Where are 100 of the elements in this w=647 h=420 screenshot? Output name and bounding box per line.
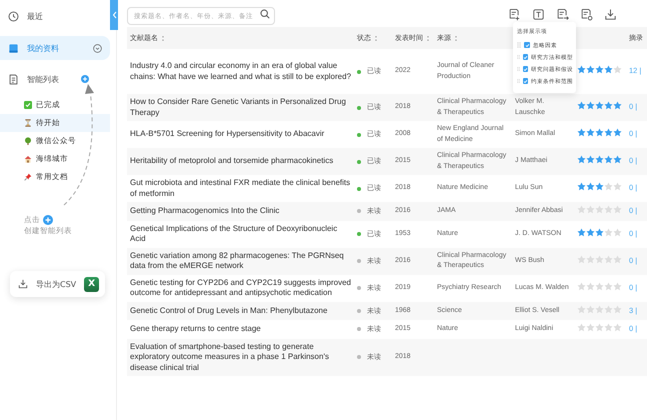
export-note-icon[interactable]: [556, 8, 569, 20]
star-icon[interactable]: [613, 254, 622, 264]
note-settings-icon[interactable]: [580, 8, 593, 20]
star-icon[interactable]: [586, 254, 595, 264]
star-icon[interactable]: [586, 65, 595, 74]
download-icon[interactable]: [604, 8, 617, 20]
add-icon: [43, 214, 53, 224]
star-icon[interactable]: [577, 323, 586, 332]
chevron-down-icon[interactable]: [93, 44, 102, 52]
book-icon: [8, 42, 19, 54]
star-icon[interactable]: [595, 128, 604, 138]
sort-icon[interactable]: [426, 34, 430, 42]
star-icon[interactable]: [586, 182, 595, 192]
star-icon[interactable]: [577, 228, 586, 237]
spreadsheet-icon: X: [84, 276, 100, 292]
sidebar-item[interactable]: 最近: [0, 4, 110, 28]
star-icon[interactable]: [613, 65, 622, 74]
star-icon[interactable]: [613, 228, 622, 237]
star-icon[interactable]: [613, 128, 622, 138]
add-note-icon[interactable]: [508, 8, 521, 20]
title-cell[interactable]: Genetical Implications of the Structure of Deoxyribonucleic Acid: [130, 224, 351, 244]
star-icon[interactable]: [586, 228, 595, 237]
add-icon[interactable]: [81, 75, 89, 83]
star-icon[interactable]: [613, 182, 622, 192]
star-icon[interactable]: [613, 205, 622, 214]
star-rating[interactable]: [577, 101, 622, 110]
star-rating[interactable]: [577, 155, 622, 164]
collapse-sidebar-button[interactable]: [110, 0, 118, 30]
checkmark-icon: [24, 101, 32, 109]
star-icon[interactable]: [577, 65, 586, 74]
star-icon[interactable]: [595, 323, 604, 332]
sort-icon[interactable]: [454, 34, 458, 42]
star-rating[interactable]: [577, 282, 622, 291]
star-icon[interactable]: [586, 205, 595, 214]
star-icon[interactable]: [595, 254, 604, 264]
star-icon[interactable]: [595, 282, 604, 291]
pushpin-icon: [24, 173, 32, 181]
sort-icon[interactable]: [374, 34, 378, 42]
star-icon[interactable]: [604, 282, 613, 291]
star-rating[interactable]: [577, 323, 622, 332]
star-icon[interactable]: [577, 128, 586, 138]
text-format-icon[interactable]: [532, 8, 545, 20]
star-icon[interactable]: [595, 65, 604, 74]
title-cell[interactable]: Gut microbiota and intestinal FXR mediate the clinical benefits of metformin: [130, 178, 351, 199]
search-icon[interactable]: [260, 9, 270, 19]
star-rating[interactable]: [577, 65, 622, 74]
sort-icon[interactable]: [161, 34, 165, 42]
star-icon[interactable]: [604, 228, 613, 237]
star-rating[interactable]: [577, 182, 622, 192]
star-icon[interactable]: [604, 182, 613, 192]
star-icon[interactable]: [613, 304, 622, 314]
star-icon[interactable]: [604, 304, 613, 314]
star-icon[interactable]: [613, 155, 622, 164]
star-icon[interactable]: [586, 282, 595, 291]
checkbox[interactable]: [523, 54, 528, 60]
star-icon[interactable]: [586, 101, 595, 110]
star-rating[interactable]: [577, 254, 622, 264]
star-icon[interactable]: [604, 101, 613, 110]
title-cell[interactable]: Gene therapy returns to centre stage: [130, 324, 351, 334]
chevron-left-icon: [112, 11, 116, 19]
star-icon[interactable]: [613, 323, 622, 332]
star-icon[interactable]: [595, 155, 604, 164]
list-icon: [8, 74, 19, 84]
star-icon[interactable]: [604, 323, 613, 332]
star-icon[interactable]: [586, 128, 595, 138]
star-icon[interactable]: [577, 182, 586, 192]
star-icon[interactable]: [595, 304, 604, 314]
star-icon[interactable]: [604, 65, 613, 74]
star-icon[interactable]: [577, 155, 586, 164]
star-icon[interactable]: [577, 254, 586, 264]
star-icon[interactable]: [604, 155, 613, 164]
checkbox[interactable]: [523, 78, 528, 84]
star-icon[interactable]: [595, 228, 604, 237]
star-icon[interactable]: [604, 254, 613, 264]
house-icon: [24, 155, 32, 163]
star-icon[interactable]: [586, 155, 595, 164]
star-icon[interactable]: [577, 205, 586, 214]
export-csv-button[interactable]: 导出为CSV X: [10, 271, 106, 297]
star-rating[interactable]: [577, 228, 622, 237]
star-icon[interactable]: [613, 101, 622, 110]
star-icon[interactable]: [595, 101, 604, 110]
star-icon[interactable]: [586, 323, 595, 332]
star-icon[interactable]: [613, 282, 622, 291]
star-icon[interactable]: [577, 282, 586, 291]
title-cell[interactable]: Industry 4.0 and circular economy in an era of global value chains: What have we learned and what is still to be explored?: [130, 61, 351, 82]
hourglass-icon: [24, 119, 32, 127]
checkbox[interactable]: [524, 42, 530, 48]
star-icon[interactable]: [577, 304, 586, 314]
star-icon[interactable]: [577, 101, 586, 110]
star-rating[interactable]: [577, 205, 622, 214]
star-icon[interactable]: [595, 182, 604, 192]
star-icon[interactable]: [604, 205, 613, 214]
star-icon[interactable]: [604, 128, 613, 138]
star-icon[interactable]: [595, 205, 604, 214]
star-rating[interactable]: [577, 128, 622, 138]
star-rating[interactable]: [577, 304, 622, 314]
title-cell[interactable]: HLA-B*5701 Screening for Hypersensitivity to Abacavir: [130, 129, 351, 140]
checkbox[interactable]: [523, 66, 528, 72]
star-icon[interactable]: [586, 304, 595, 314]
title-cell[interactable]: Genetic testing for CYP2D6 and CYP2C19 suggests improved outcome for antidepressant and antipsychotic medication: [130, 278, 351, 298]
